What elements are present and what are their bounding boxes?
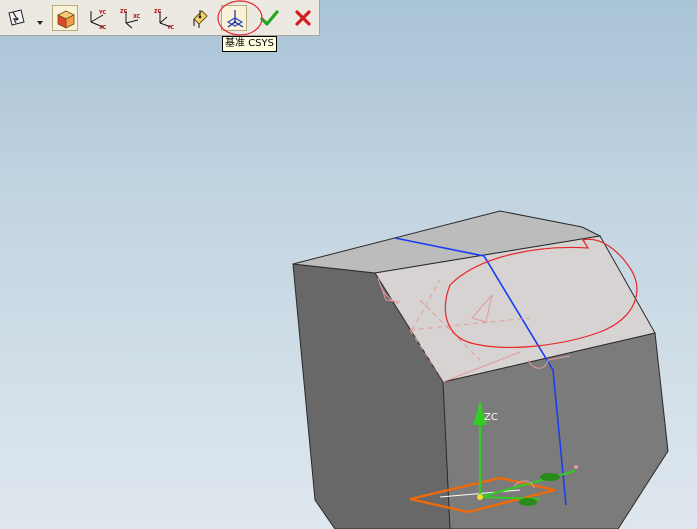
yc-axis-handle[interactable] — [519, 498, 537, 506]
tooltip: 基准 CSYS — [222, 36, 277, 52]
xc-axis-handle[interactable] — [540, 473, 560, 481]
axis-end-point[interactable] — [574, 465, 578, 469]
csys-origin[interactable] — [477, 494, 483, 500]
graphics-viewport[interactable]: ZC — [0, 0, 697, 529]
zc-axis-label: ZC — [484, 412, 498, 423]
annotation-circle-button — [217, 0, 263, 36]
